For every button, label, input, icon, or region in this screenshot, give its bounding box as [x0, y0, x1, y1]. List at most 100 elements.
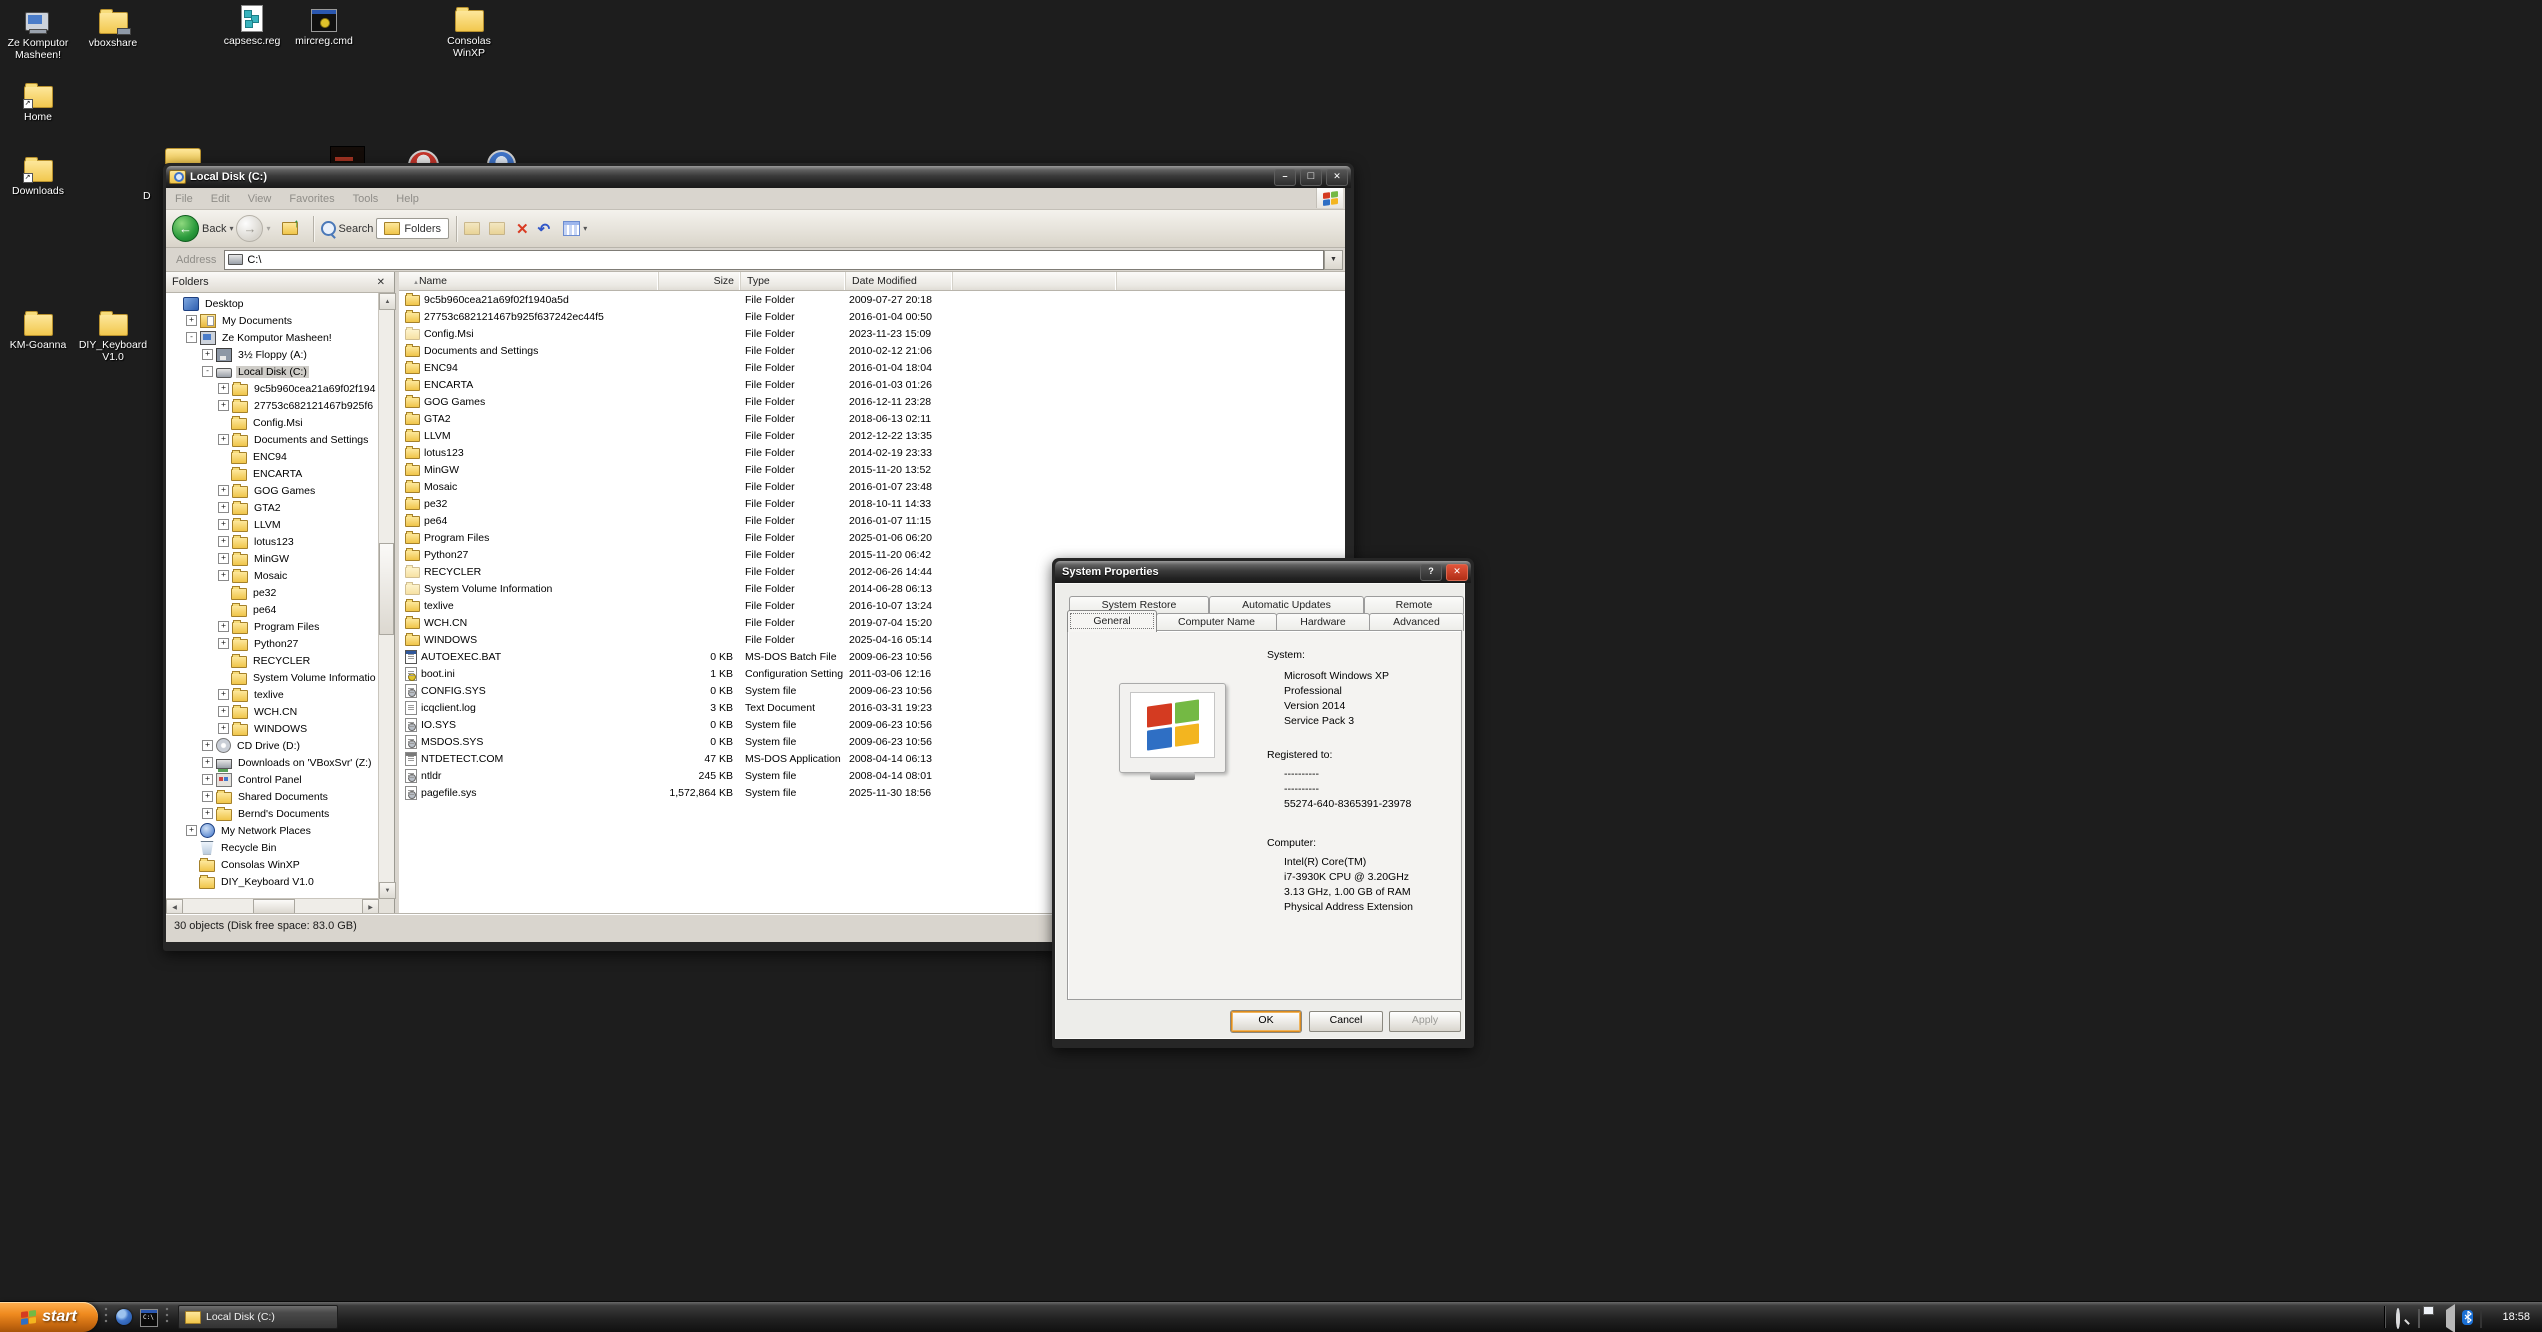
dialog-close-button[interactable]	[1446, 564, 1468, 581]
file-row[interactable]: Documents and SettingsFile Folder2010-02…	[399, 342, 1345, 359]
desktop-icon-downloads[interactable]: Downloads	[0, 152, 76, 197]
file-row[interactable]: GOG GamesFile Folder2016-12-11 23:28	[399, 393, 1345, 410]
forward-dropdown-icon[interactable]: ▾	[266, 224, 270, 233]
file-row[interactable]: ENC94File Folder2016-01-04 18:04	[399, 359, 1345, 376]
start-button[interactable]: start	[0, 1302, 98, 1332]
command-prompt-quicklaunch-icon[interactable]	[140, 1309, 158, 1327]
expand-icon[interactable]: +	[218, 689, 229, 700]
file-row[interactable]: 9c5b960cea21a69f02f1940a5dFile Folder200…	[399, 291, 1345, 308]
desktop-icon-ze-komputor-masheen-[interactable]: Ze Komputor Masheen!	[0, 4, 76, 61]
tree-item[interactable]: +Python27	[166, 635, 379, 652]
tree-item[interactable]: pe64	[166, 601, 379, 618]
dialog-titlebar[interactable]: System Properties	[1055, 561, 1471, 583]
file-row[interactable]: ENCARTAFile Folder2016-01-03 01:26	[399, 376, 1345, 393]
tree-hscroll-thumb[interactable]	[253, 899, 295, 914]
tab-remote[interactable]: Remote	[1364, 596, 1464, 614]
collapse-icon[interactable]: -	[202, 366, 213, 377]
file-name-cell[interactable]: 9c5b960cea21a69f02f1940a5d	[399, 293, 658, 306]
search-label[interactable]: Search	[339, 223, 374, 235]
file-name-cell[interactable]: CONFIG.SYS	[399, 684, 658, 698]
move-to-icon[interactable]	[464, 222, 480, 235]
maximize-button[interactable]	[1300, 169, 1322, 186]
file-name-cell[interactable]: GOG Games	[399, 395, 658, 408]
file-row[interactable]: LLVMFile Folder2012-12-22 13:35	[399, 427, 1345, 444]
volume-tray-icon[interactable]	[2440, 1304, 2455, 1332]
close-button[interactable]	[1326, 169, 1348, 186]
file-name-cell[interactable]: icqclient.log	[399, 701, 658, 715]
scroll-up-icon[interactable]: ▲	[379, 293, 396, 310]
tree-item[interactable]: Recycle Bin	[166, 839, 379, 856]
expand-icon[interactable]: +	[186, 315, 197, 326]
tab-computer-name[interactable]: Computer Name	[1156, 613, 1277, 631]
tree-item[interactable]: +GOG Games	[166, 482, 379, 499]
expand-icon[interactable]: +	[218, 570, 229, 581]
file-name-cell[interactable]: RECYCLER	[399, 565, 658, 578]
tree-item[interactable]: +Downloads on 'VBoxSvr' (Z:)	[166, 754, 379, 771]
collapse-icon[interactable]: -	[186, 332, 197, 343]
undo-icon[interactable]: ↶	[538, 220, 551, 238]
tree-item[interactable]: +Shared Documents	[166, 788, 379, 805]
folders-pane-close-icon[interactable]: ✕	[374, 277, 388, 288]
tree-item[interactable]: +Control Panel	[166, 771, 379, 788]
browser-quicklaunch-icon[interactable]	[116, 1309, 132, 1325]
tree-item[interactable]: -Local Disk (C:)	[166, 363, 379, 380]
network-tray-icon[interactable]	[2418, 1309, 2420, 1328]
file-row[interactable]: pe32File Folder2018-10-11 14:33	[399, 495, 1345, 512]
back-dropdown-icon[interactable]: ▾	[229, 224, 233, 233]
expand-icon[interactable]: +	[186, 825, 197, 836]
tab-automatic-updates[interactable]: Automatic Updates	[1209, 596, 1364, 614]
file-name-cell[interactable]: AUTOEXEC.BAT	[399, 650, 658, 664]
file-name-cell[interactable]: WCH.CN	[399, 616, 658, 629]
expand-icon[interactable]: +	[202, 791, 213, 802]
tree-item[interactable]: +My Network Places	[166, 822, 379, 839]
tree-item[interactable]: +MinGW	[166, 550, 379, 567]
file-name-cell[interactable]: NTDETECT.COM	[399, 752, 658, 766]
desktop-icon-consolas-winxp[interactable]: Consolas WinXP	[431, 2, 507, 59]
expand-icon[interactable]: +	[218, 553, 229, 564]
occluded-folder-icon[interactable]	[165, 148, 201, 164]
tree-item[interactable]: +CD Drive (D:)	[166, 737, 379, 754]
tree-item[interactable]: RECYCLER	[166, 652, 379, 669]
file-row[interactable]: MosaicFile Folder2016-01-07 23:48	[399, 478, 1345, 495]
column-header-size[interactable]: Size	[659, 272, 741, 290]
expand-icon[interactable]: +	[202, 808, 213, 819]
file-name-cell[interactable]: pagefile.sys	[399, 786, 658, 800]
tree-item[interactable]: ENCARTA	[166, 465, 379, 482]
file-name-cell[interactable]: 27753c682121467b925f637242ec44f5	[399, 310, 658, 323]
tab-hardware[interactable]: Hardware	[1276, 613, 1370, 631]
expand-icon[interactable]: +	[218, 621, 229, 632]
file-name-cell[interactable]: ntldr	[399, 769, 658, 783]
expand-icon[interactable]: +	[218, 383, 229, 394]
column-header-type[interactable]: Type	[741, 272, 846, 290]
tree-item[interactable]: pe32	[166, 584, 379, 601]
tree-item[interactable]: +Mosaic	[166, 567, 379, 584]
file-name-cell[interactable]: lotus123	[399, 446, 658, 459]
tree-item[interactable]: -Ze Komputor Masheen!	[166, 329, 379, 346]
file-name-cell[interactable]: Documents and Settings	[399, 344, 658, 357]
expand-icon[interactable]: +	[218, 723, 229, 734]
tree-item[interactable]: +LLVM	[166, 516, 379, 533]
file-row[interactable]: Config.MsiFile Folder2023-11-23 15:09	[399, 325, 1345, 342]
file-name-cell[interactable]: MSDOS.SYS	[399, 735, 658, 749]
expand-icon[interactable]: +	[218, 434, 229, 445]
expand-icon[interactable]: +	[218, 536, 229, 547]
file-name-cell[interactable]: pe32	[399, 497, 658, 510]
tree-item[interactable]: +My Documents	[166, 312, 379, 329]
folders-toggle-button[interactable]: Folders	[376, 218, 449, 239]
desktop-icon-diy-keyboard-v1-0[interactable]: DIY_Keyboard V1.0	[75, 306, 151, 363]
expand-icon[interactable]: +	[202, 774, 213, 785]
scroll-down-icon[interactable]: ▼	[379, 882, 396, 899]
tree-item[interactable]: +texlive	[166, 686, 379, 703]
views-dropdown-icon[interactable]: ▾	[583, 224, 587, 233]
menu-file[interactable]: File	[166, 193, 202, 205]
desktop-icon-vboxshare[interactable]: vboxshare	[75, 4, 151, 49]
file-name-cell[interactable]: IO.SYS	[399, 718, 658, 732]
desktop-icon-capsesc-reg[interactable]: capsesc.reg	[214, 2, 290, 47]
file-name-cell[interactable]: LLVM	[399, 429, 658, 442]
tree-item[interactable]: +27753c682121467b925f6	[166, 397, 379, 414]
file-row[interactable]: pe64File Folder2016-01-07 11:15	[399, 512, 1345, 529]
expand-icon[interactable]: +	[202, 757, 213, 768]
bluetooth-tray-icon[interactable]	[2462, 1310, 2473, 1325]
file-name-cell[interactable]: Config.Msi	[399, 327, 658, 340]
file-row[interactable]: lotus123File Folder2014-02-19 23:33	[399, 444, 1345, 461]
